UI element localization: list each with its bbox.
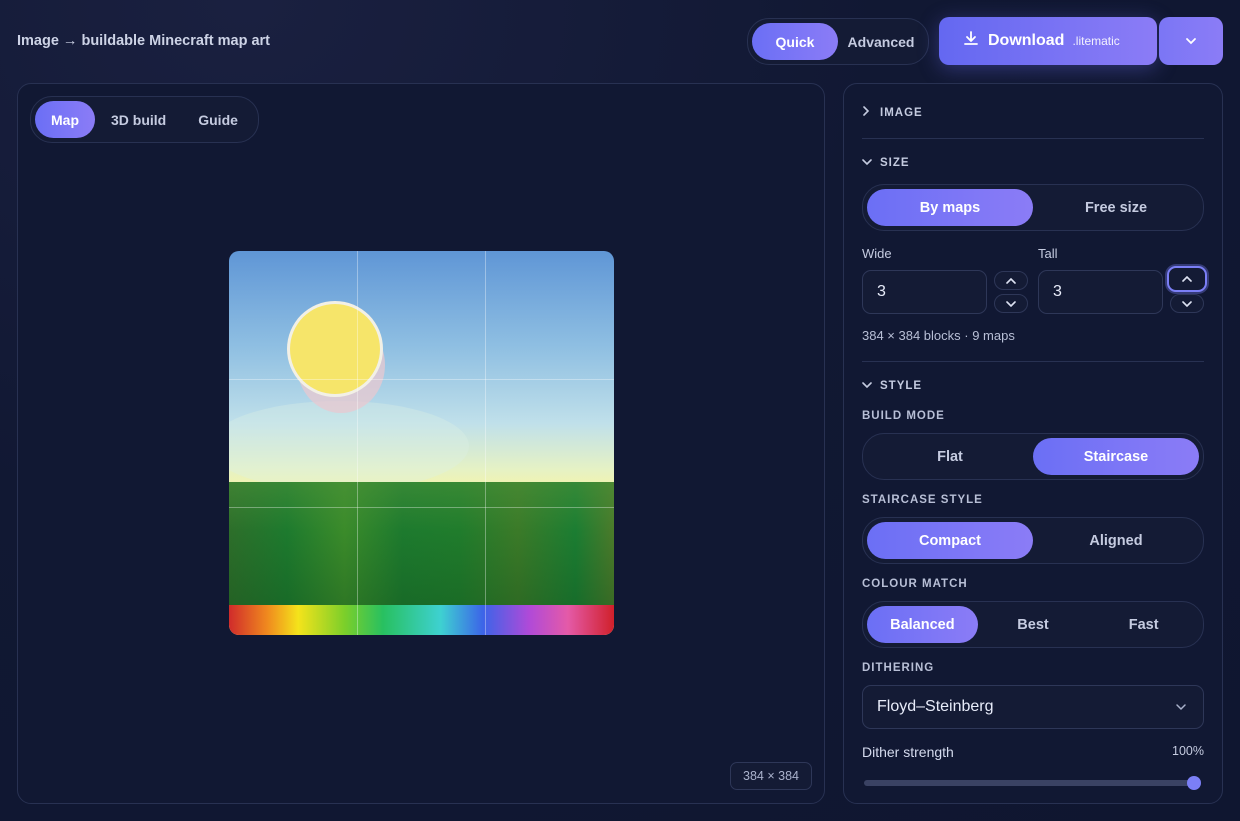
preview-sun: [290, 304, 380, 394]
section-image-header[interactable]: IMAGE: [862, 106, 923, 119]
dithering-select[interactable]: Floyd–Steinberg: [862, 685, 1204, 729]
dimensions-badge: 384 × 384: [730, 762, 812, 790]
build-mode-flat-button[interactable]: Flat: [867, 438, 1033, 475]
build-mode-label: BUILD MODE: [862, 410, 945, 422]
mode-quick-button[interactable]: Quick: [752, 23, 838, 60]
preview-grass: [229, 482, 614, 605]
chevron-down-icon: [1006, 300, 1016, 307]
tall-decrement-button[interactable]: [1170, 294, 1204, 313]
tall-increment-button[interactable]: [1167, 266, 1207, 292]
chevron-down-icon: [1175, 698, 1187, 716]
mode-advanced-button[interactable]: Advanced: [838, 23, 924, 60]
size-by-maps-button[interactable]: By maps: [867, 189, 1033, 226]
download-label: Download: [988, 32, 1065, 49]
size-free-button[interactable]: Free size: [1033, 189, 1199, 226]
wide-increment-button[interactable]: [994, 271, 1028, 290]
divider: [862, 138, 1204, 139]
download-button[interactable]: Download .litematic: [939, 17, 1157, 65]
wide-decrement-button[interactable]: [994, 294, 1028, 313]
download-options-button[interactable]: [1159, 17, 1223, 65]
chevron-down-icon: [1182, 300, 1192, 307]
staircase-style-switch: Compact Aligned: [862, 517, 1204, 564]
download-icon: [964, 31, 978, 51]
section-style-header[interactable]: STYLE: [862, 380, 922, 392]
section-size-header[interactable]: SIZE: [862, 157, 910, 169]
staircase-compact-button[interactable]: Compact: [867, 522, 1033, 559]
map-grid-line: [357, 251, 358, 635]
colour-best-button[interactable]: Best: [978, 606, 1089, 643]
preview-rainbow: [229, 605, 614, 635]
dithering-value: Floyd–Steinberg: [877, 698, 994, 715]
colour-balanced-button[interactable]: Balanced: [867, 606, 978, 643]
dither-strength-value: 100%: [1172, 744, 1204, 758]
map-grid-line: [229, 507, 614, 508]
download-extension: .litematic: [1072, 34, 1120, 48]
tab-guide[interactable]: Guide: [182, 101, 254, 138]
divider: [862, 361, 1204, 362]
colour-match-label: COLOUR MATCH: [862, 578, 968, 590]
size-mode-switch: By maps Free size: [862, 184, 1204, 231]
dither-strength-slider[interactable]: [864, 776, 1201, 790]
map-preview-image[interactable]: [229, 251, 614, 635]
view-tabs: Map 3D build Guide: [30, 96, 259, 143]
tall-label: Tall: [1038, 246, 1058, 261]
chevron-down-icon: [862, 157, 876, 169]
preview-hill: [229, 401, 469, 491]
chevron-down-icon: [1185, 32, 1197, 50]
size-summary: 384 × 384 blocks · 9 maps: [862, 328, 1015, 343]
map-grid-line: [229, 379, 614, 380]
build-mode-switch: Flat Staircase: [862, 433, 1204, 480]
chevron-up-icon: [1182, 276, 1192, 282]
dithering-label: DITHERING: [862, 662, 935, 674]
wide-label: Wide: [862, 246, 892, 261]
staircase-style-label: STAIRCASE STYLE: [862, 494, 983, 506]
staircase-aligned-button[interactable]: Aligned: [1033, 522, 1199, 559]
build-mode-staircase-button[interactable]: Staircase: [1033, 438, 1199, 475]
app-title: Image → buildable Minecraft map art: [17, 33, 270, 49]
colour-match-switch: Balanced Best Fast: [862, 601, 1204, 648]
dither-strength-label: Dither strength: [862, 744, 954, 760]
chevron-down-icon: [862, 380, 876, 392]
tab-3d-build[interactable]: 3D build: [95, 101, 182, 138]
map-grid-line: [485, 251, 486, 635]
section-style-label: STYLE: [880, 380, 923, 392]
tall-input[interactable]: 3: [1038, 270, 1163, 314]
section-size-label: SIZE: [880, 157, 910, 169]
wide-input[interactable]: 3: [862, 270, 987, 314]
colour-fast-button[interactable]: Fast: [1088, 606, 1199, 643]
dither-strength-handle[interactable]: [1187, 776, 1201, 790]
chevron-up-icon: [1006, 277, 1016, 284]
mode-switch: Quick Advanced: [747, 18, 929, 65]
chevron-right-icon: [862, 106, 876, 119]
section-image-label: IMAGE: [880, 106, 923, 119]
tab-map[interactable]: Map: [35, 101, 95, 138]
